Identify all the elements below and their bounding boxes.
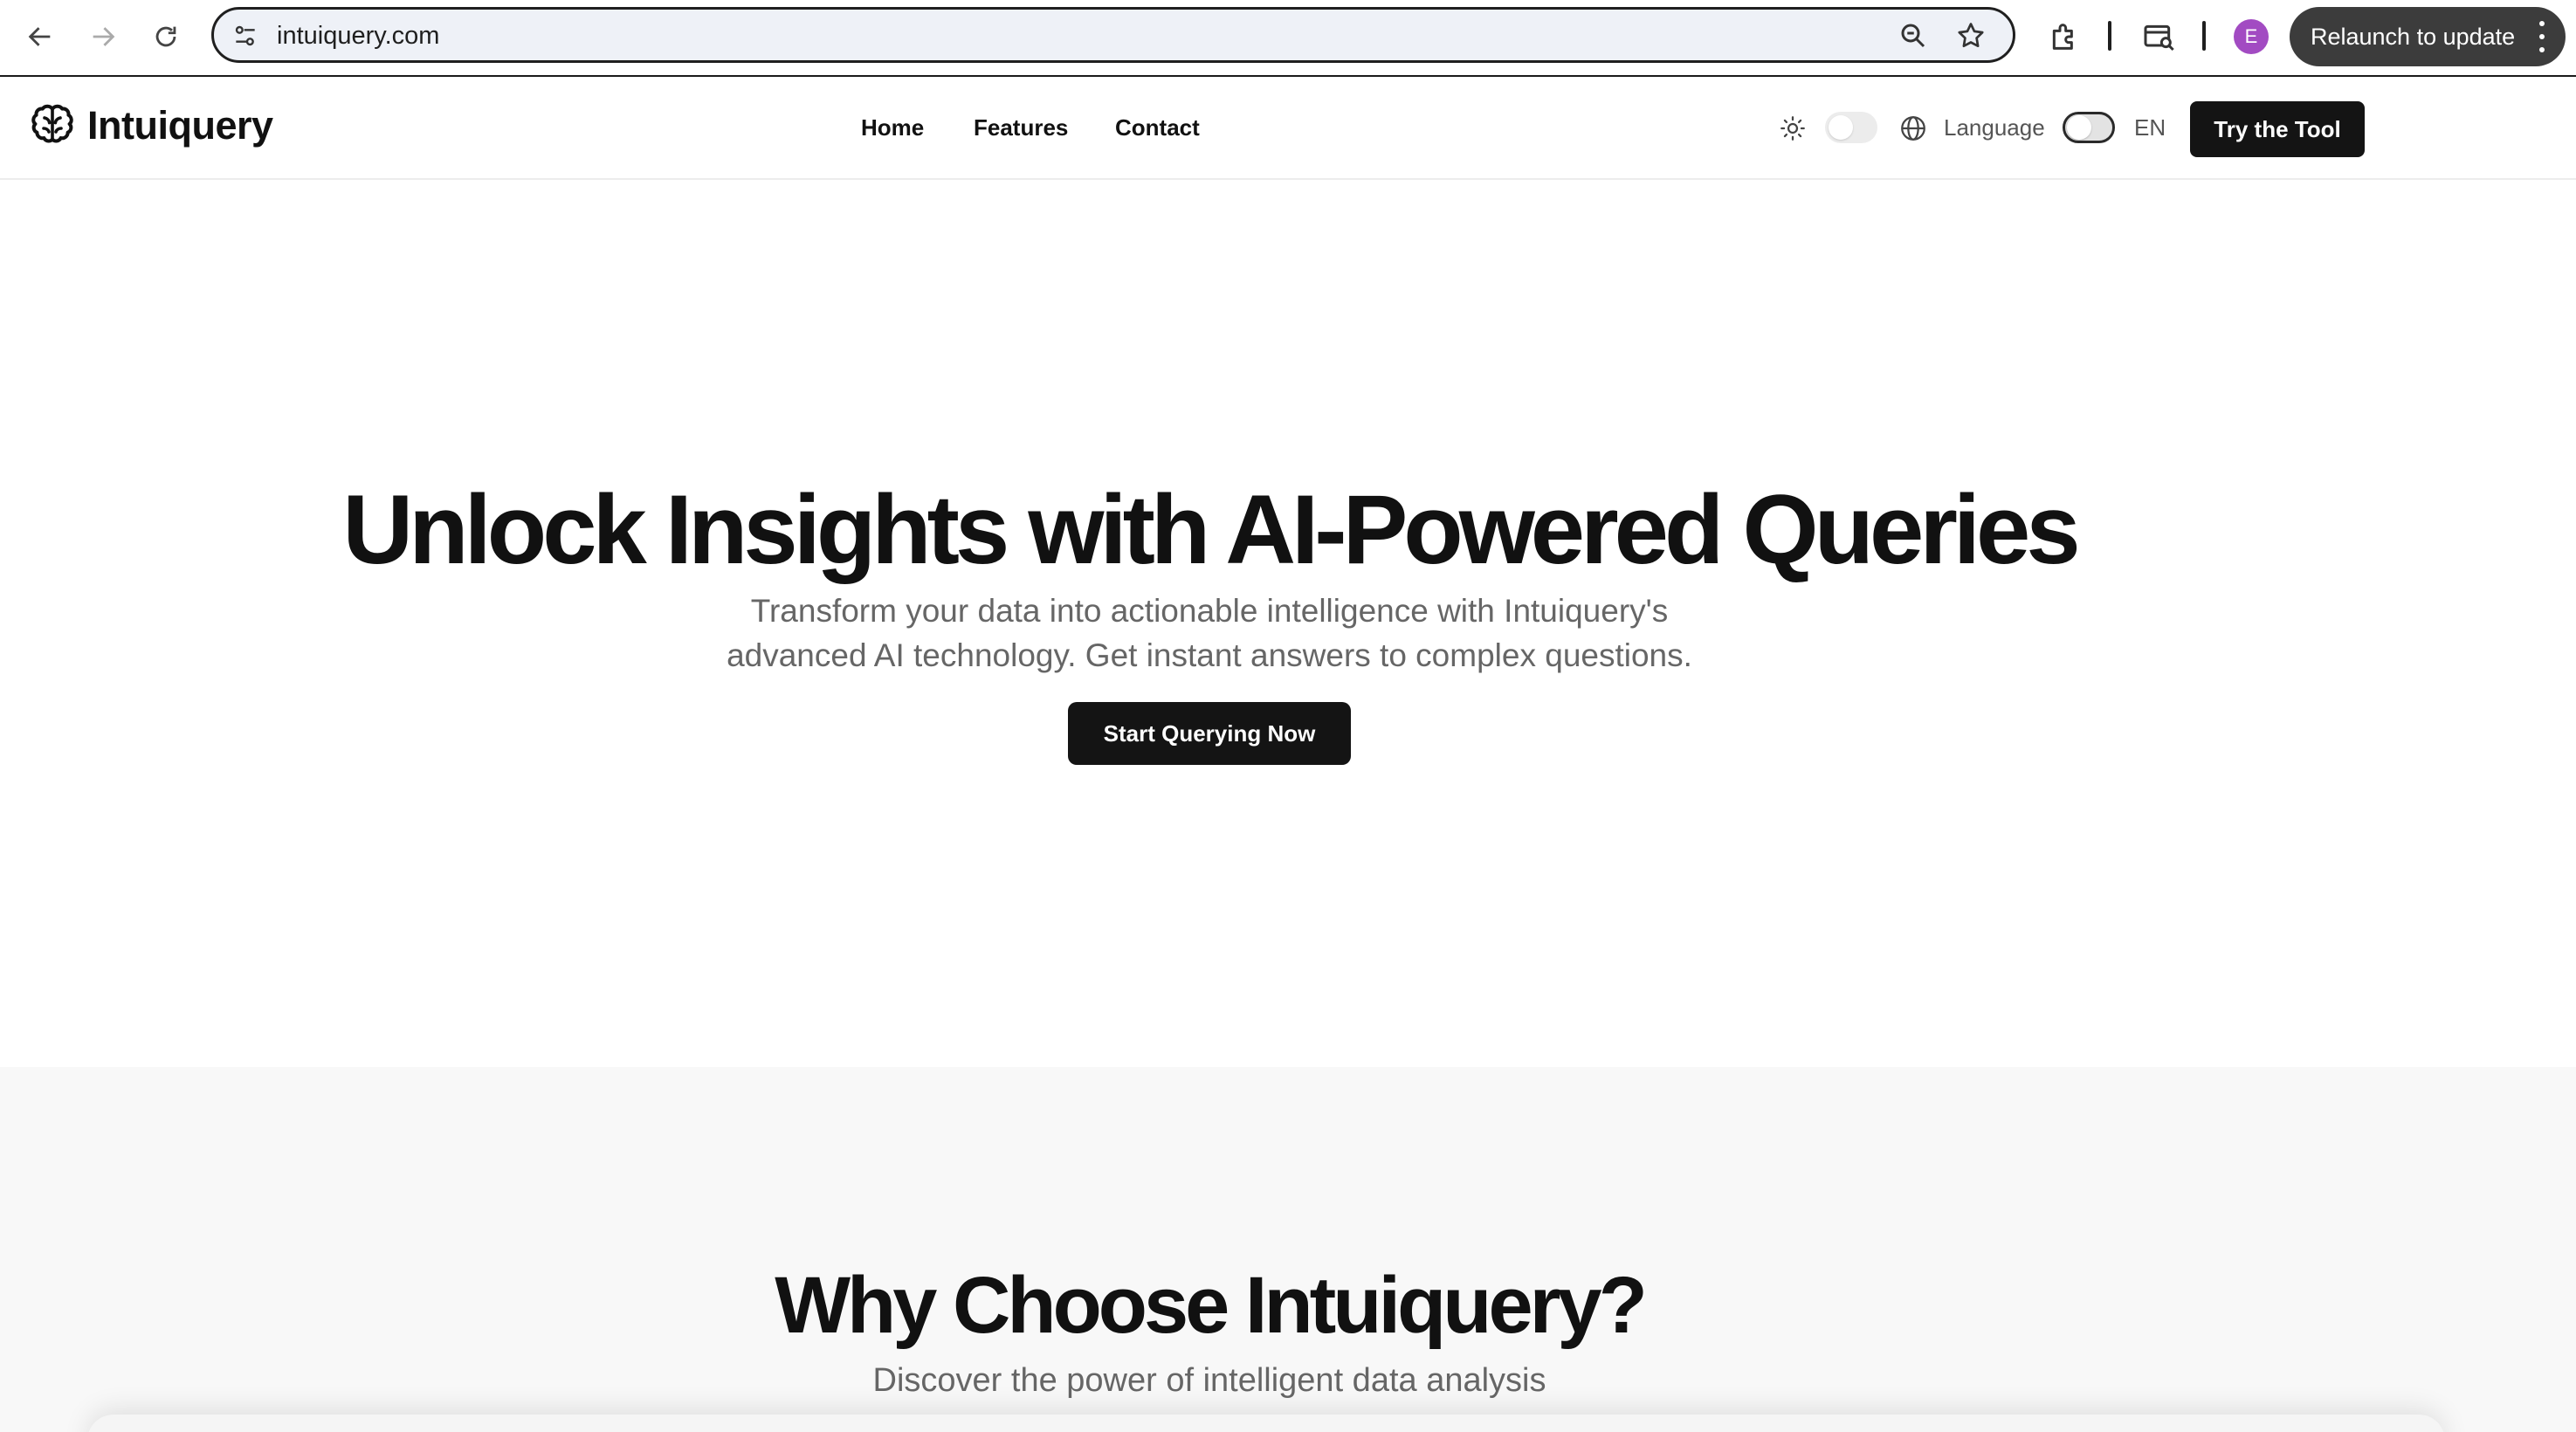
forward-arrow-icon [93,27,115,46]
globe-icon [1901,116,1925,141]
browser-toolbar: intuiquery.com E Relaunch to update [0,0,2576,77]
hero-title: Unlock Insights with AI-Powered Queries [342,475,2080,584]
toggle-knob [2067,115,2091,140]
toolbar-divider [2202,21,2206,51]
start-querying-button[interactable]: Start Querying Now [1068,702,1351,765]
extensions-icon[interactable] [2047,19,2082,54]
theme-toggle[interactable] [1825,112,1877,143]
reload-icon [155,26,176,47]
features-title: Why Choose Intuiquery? [775,1261,1648,1350]
nav-features-link[interactable]: Features [974,114,1068,141]
address-bar[interactable]: intuiquery.com [211,7,2015,63]
site-header: Intuiquery Home Features Contact Languag… [0,77,2576,180]
hero-subtitle: Transform your data into actionable inte… [0,589,2419,678]
forward-button[interactable] [82,16,124,58]
toggle-knob [1829,115,1853,140]
back-button[interactable] [19,16,61,58]
language-label: Language [1944,114,2045,141]
back-arrow-icon [28,27,51,46]
features-subtitle: Discover the power of intelligent data a… [872,1362,1546,1399]
toolbar-divider [2108,21,2111,51]
hero-section: Unlock Insights with AI-Powered Queries … [0,180,2576,1067]
profile-avatar[interactable]: E [2234,19,2269,54]
feature-card-edge [87,1415,2445,1432]
features-section: Why Choose Intuiquery? Discover the powe… [0,1067,2576,1432]
zoom-icon[interactable] [1898,20,1929,52]
tab-search-icon[interactable] [2141,19,2176,54]
site-settings-icon[interactable] [231,22,259,50]
nav-contact-link[interactable]: Contact [1115,114,1200,141]
sun-icon [1780,116,1805,141]
reload-button[interactable] [145,16,187,58]
relaunch-button[interactable]: Relaunch to update [2290,7,2566,66]
bookmark-star-icon[interactable] [1955,20,1987,52]
nav-home-link[interactable]: Home [861,114,924,141]
hero-subtitle-line-1: Transform your data into actionable inte… [750,593,1669,629]
language-toggle[interactable] [2063,112,2115,143]
hero-subtitle-line-2: advanced AI technology. Get instant answ… [727,637,1692,673]
url-text[interactable]: intuiquery.com [277,20,439,52]
more-vert-icon[interactable] [2538,21,2546,52]
language-code: EN [2134,114,2166,141]
try-the-tool-button[interactable]: Try the Tool [2190,101,2365,157]
relaunch-label: Relaunch to update [2311,23,2516,50]
